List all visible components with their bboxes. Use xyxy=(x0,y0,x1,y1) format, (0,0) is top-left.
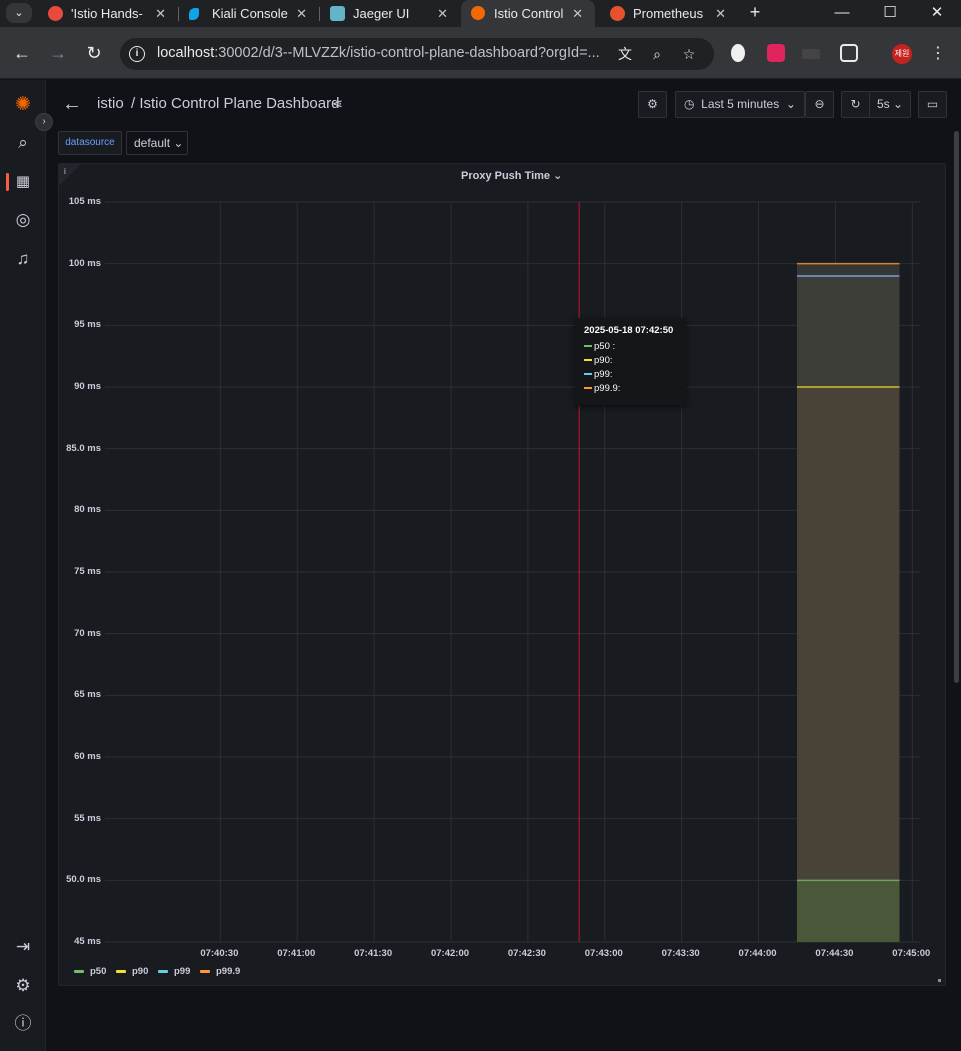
y-tick-label: 95 ms xyxy=(74,319,101,331)
y-tick-label: 90 ms xyxy=(74,381,101,392)
legend-swatch xyxy=(200,969,210,973)
tooltip-time: 2025-05-18 07:42:50 xyxy=(584,325,674,336)
x-tick-label: 07:45:00 xyxy=(892,948,931,959)
series-area-p50 xyxy=(796,880,900,942)
x-tick-label: 07:40:30 xyxy=(200,948,239,959)
legend-swatch xyxy=(116,969,126,973)
x-tick-label: 07:42:30 xyxy=(507,948,546,959)
x-tick-label: 07:41:00 xyxy=(277,948,316,959)
panel-resize-handle[interactable] xyxy=(938,979,941,982)
x-tick-label: 07:44:00 xyxy=(738,948,777,959)
legend-item-p99-9[interactable]: p99.9 xyxy=(200,966,240,977)
x-tick-label: 07:44:30 xyxy=(815,948,854,959)
expand-menu-chevron-icon[interactable]: › xyxy=(35,113,53,131)
x-tick-label: 07:42:00 xyxy=(430,948,470,959)
legend-item-p99[interactable]: p99 xyxy=(158,966,190,977)
x-tick-label: 07:43:30 xyxy=(661,948,700,959)
y-tick-label: 45 ms xyxy=(74,936,101,947)
series-area-p90 xyxy=(796,387,900,942)
page-scrollbar[interactable] xyxy=(954,131,959,683)
tooltip-row-p99-9: p99.9: xyxy=(584,383,620,394)
y-tick-label: 80 ms xyxy=(74,504,101,516)
y-tick-label: 65 ms xyxy=(74,689,101,701)
y-tick-label: 75 ms xyxy=(74,566,101,577)
x-tick-label: 07:43:00 xyxy=(584,948,623,959)
legend-item-p90[interactable]: p90 xyxy=(116,966,148,977)
y-tick-label: 85.0 ms xyxy=(66,442,101,454)
x-tick-label: 07:41:30 xyxy=(354,948,393,959)
y-tick-label: 70 ms xyxy=(74,627,101,639)
tooltip-row-p90: p90: xyxy=(584,355,613,366)
legend-swatch xyxy=(74,969,84,973)
y-tick-label: 60 ms xyxy=(74,751,101,762)
tooltip-row-p50: p50 : xyxy=(584,341,615,352)
y-tick-label: 55 ms xyxy=(74,812,101,824)
y-tick-label: 100 ms xyxy=(68,257,101,269)
y-tick-label: 105 ms xyxy=(68,196,101,207)
legend-swatch xyxy=(158,969,168,973)
y-tick-label: 50.0 ms xyxy=(66,874,101,886)
chart-tooltip: 2025-05-18 07:42:50 p50 : p90: p99: p99.… xyxy=(575,318,686,405)
tooltip-row-p99: p99: xyxy=(584,369,613,380)
legend-item-p50[interactable]: p50 xyxy=(74,966,106,977)
proxy-push-time-chart[interactable] xyxy=(0,0,961,1051)
